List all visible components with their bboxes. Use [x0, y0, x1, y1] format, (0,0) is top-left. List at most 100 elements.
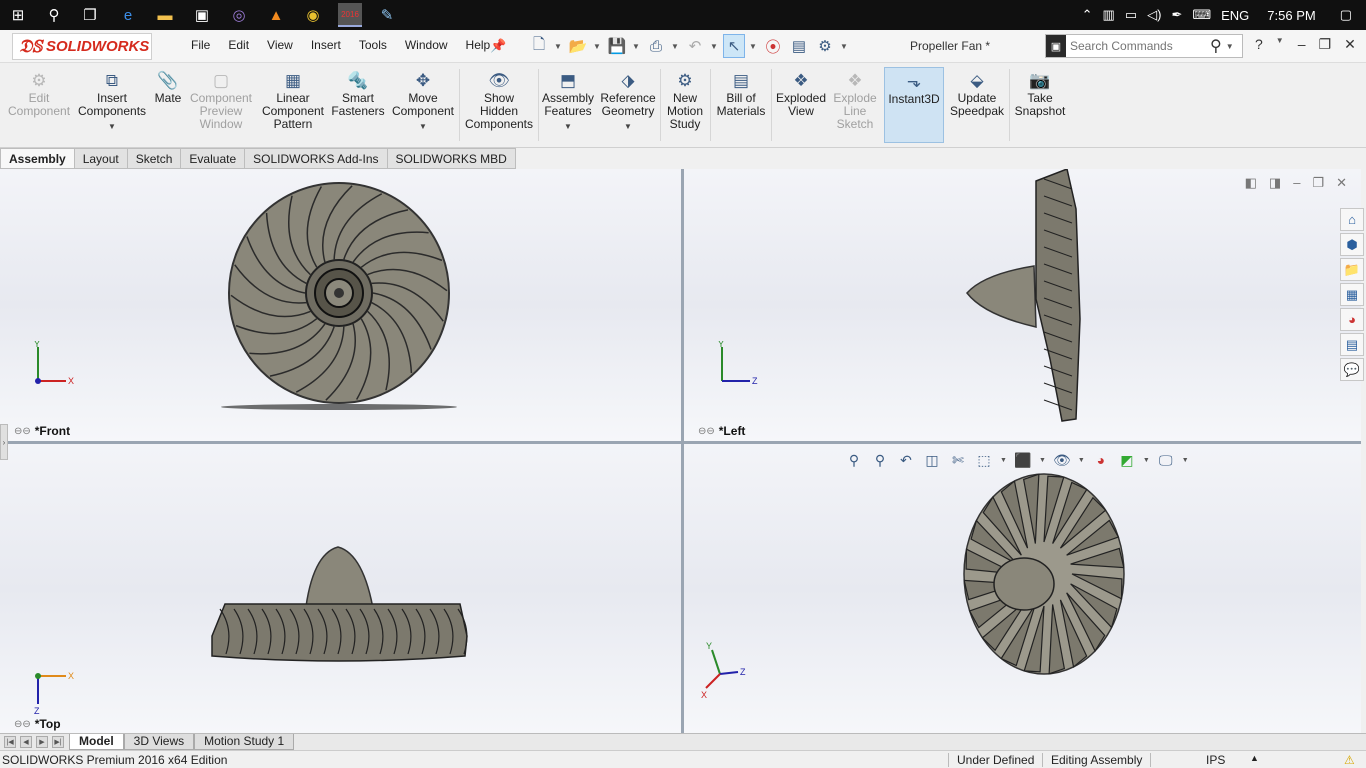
chrome-icon[interactable]: ◉: [301, 3, 325, 27]
prev-tab-arrow-icon[interactable]: ◀: [20, 736, 32, 748]
menu-tools[interactable]: Tools: [350, 38, 396, 52]
fan-top-model[interactable]: [0, 444, 681, 734]
move-component-dropdown-icon[interactable]: ▼: [419, 120, 427, 133]
store-icon[interactable]: ▣: [190, 3, 214, 27]
insert-components-dropdown-icon[interactable]: ▼: [108, 120, 116, 133]
view-settings-icon[interactable]: 🖵: [1156, 450, 1176, 470]
solidworks-logo[interactable]: 𝔇𝕊 SOLIDWORKS: [12, 33, 152, 60]
viewport-left[interactable]: Y Z ◧ ◨ – ❐ ✕ ⊖⊖ *Left: [684, 169, 1361, 441]
dynamic-annotation-icon[interactable]: ✄: [948, 450, 968, 470]
solidworks-resources-home-icon[interactable]: ⌂: [1340, 208, 1364, 231]
viewport-splitter-vertical[interactable]: [681, 169, 684, 734]
viewport-minimize-icon[interactable]: –: [1293, 175, 1300, 191]
select-arrow-icon[interactable]: ↖: [723, 34, 745, 58]
action-center-icon[interactable]: ▢: [1340, 7, 1352, 23]
view-palette-icon[interactable]: ▦: [1340, 283, 1364, 306]
tab-3d-views[interactable]: 3D Views: [123, 734, 195, 750]
reference-geometry-dropdown-icon[interactable]: ▼: [624, 120, 632, 133]
units-dropdown-icon[interactable]: ▲: [1250, 753, 1259, 763]
exploded-view-button[interactable]: ❖ Exploded View: [774, 69, 828, 118]
previous-view-icon[interactable]: ◧: [1245, 175, 1257, 191]
linear-component-pattern-button[interactable]: ▦ Linear Component Pattern: [260, 69, 326, 131]
chevron-up-icon[interactable]: ⌃: [1082, 7, 1093, 23]
display-style-dropdown-icon[interactable]: ▼: [1039, 457, 1046, 464]
new-motion-study-button[interactable]: ⚙ New Motion Study: [664, 69, 706, 131]
bill-of-materials-button[interactable]: ▤ Bill of Materials: [714, 69, 768, 118]
battery-icon[interactable]: ▭: [1125, 7, 1137, 23]
tab-sketch[interactable]: Sketch: [127, 148, 182, 169]
pen-icon[interactable]: ✒: [1171, 7, 1182, 23]
insert-components-button[interactable]: ⧉ Insert Components ▼: [78, 69, 146, 133]
solidworks-forum-icon[interactable]: 💬: [1340, 358, 1364, 381]
search-commands-input[interactable]: [1070, 39, 1210, 53]
volume-icon[interactable]: ◁): [1147, 7, 1161, 23]
save-dropdown-icon[interactable]: ▼: [632, 42, 641, 51]
options-gear-icon[interactable]: ⚙: [814, 34, 836, 58]
menu-view[interactable]: View: [258, 38, 302, 52]
task-view-icon[interactable]: ❐: [78, 3, 102, 27]
magnifier-icon[interactable]: ⚲: [1210, 36, 1222, 56]
link-views-icon[interactable]: ⊖⊖: [698, 426, 715, 437]
design-library-icon[interactable]: ⬢: [1340, 233, 1364, 256]
tab-solidworks-mbd[interactable]: SOLIDWORKS MBD: [387, 148, 516, 169]
rebuild-traffic-light-icon[interactable]: ⦿: [762, 34, 784, 58]
move-component-button[interactable]: ✥ Move Component ▼: [390, 69, 456, 133]
search-commands-icon[interactable]: ▣: [1046, 35, 1066, 57]
minimize-icon[interactable]: –: [1298, 36, 1306, 53]
file-explorer-icon[interactable]: ▬: [153, 3, 177, 27]
next-tab-arrow-icon[interactable]: ▶: [36, 736, 48, 748]
smart-fasteners-button[interactable]: 🔩 Smart Fasteners: [330, 69, 386, 118]
explode-line-sketch-button[interactable]: ❖ Explode Line Sketch: [832, 69, 878, 131]
paint-icon[interactable]: ✎: [375, 3, 399, 27]
windows-start-icon[interactable]: ⊞: [6, 3, 30, 27]
next-view-icon[interactable]: ◨: [1269, 175, 1281, 191]
hide-show-items-icon[interactable]: 👁: [1052, 450, 1072, 470]
print-dropdown-icon[interactable]: ▼: [671, 42, 680, 51]
tab-assembly[interactable]: Assembly: [0, 148, 75, 169]
network-icon[interactable]: ▥: [1103, 7, 1115, 23]
menu-edit[interactable]: Edit: [219, 38, 258, 52]
open-dropdown-icon[interactable]: ▼: [593, 42, 602, 51]
view-settings-dropdown-icon[interactable]: ▼: [1182, 457, 1189, 464]
help-dropdown-icon[interactable]: ▼: [1276, 36, 1285, 53]
tab-layout[interactable]: Layout: [74, 148, 128, 169]
feature-manager-expand-arrow[interactable]: ›: [0, 424, 8, 460]
reference-geometry-button[interactable]: ⬗ Reference Geometry ▼: [598, 69, 658, 133]
last-tab-arrow-icon[interactable]: ▶|: [52, 736, 64, 748]
first-tab-arrow-icon[interactable]: |◀: [4, 736, 16, 748]
graphics-area[interactable]: Y X ⊖⊖ *Front Y Z ◧ ◨ – ❐ ✕ ⊖⊖ *Left X Z…: [0, 169, 1361, 734]
viewport-front[interactable]: Y X ⊖⊖ *Front: [0, 169, 681, 441]
apply-scene-icon[interactable]: ◩: [1117, 450, 1137, 470]
menu-file[interactable]: File: [182, 38, 219, 52]
vlc-icon[interactable]: ▲: [264, 3, 288, 27]
select-dropdown-icon[interactable]: ▼: [749, 42, 758, 51]
link-views-icon[interactable]: ⊖⊖: [14, 719, 31, 730]
hide-show-dropdown-icon[interactable]: ▼: [1078, 457, 1085, 464]
assembly-features-button[interactable]: ⬒ Assembly Features ▼: [542, 69, 594, 133]
viewport-isometric[interactable]: ⚲ ⚲ ↶ ◫ ✄ ⬚ ▼ ⬛ ▼ 👁 ▼ ◕ ◩ ▼ 🖵 ▼ Y Z X: [684, 444, 1361, 734]
display-style-icon[interactable]: ⬛: [1013, 450, 1033, 470]
help-icon[interactable]: ?: [1255, 36, 1263, 53]
apply-scene-dropdown-icon[interactable]: ▼: [1143, 457, 1150, 464]
open-folder-icon[interactable]: 📂: [567, 34, 589, 58]
menu-window[interactable]: Window: [396, 38, 457, 52]
options-dropdown-icon[interactable]: ▼: [840, 42, 849, 51]
undo-icon[interactable]: ↶: [684, 34, 706, 58]
mate-button[interactable]: 📎 Mate: [152, 69, 184, 105]
take-snapshot-button[interactable]: 📷 Take Snapshot: [1012, 69, 1068, 118]
undo-dropdown-icon[interactable]: ▼: [710, 42, 719, 51]
search-dropdown-icon[interactable]: ▼: [1226, 42, 1235, 51]
new-document-icon[interactable]: 🗋: [528, 34, 550, 58]
tab-motion-study-1[interactable]: Motion Study 1: [194, 734, 295, 750]
notification-icon[interactable]: ⚠: [1344, 753, 1355, 767]
restore-icon[interactable]: ❐: [1319, 36, 1332, 53]
edge-icon[interactable]: e: [116, 3, 140, 27]
viewport-top[interactable]: X Z ⊖⊖ *Top: [0, 444, 681, 734]
view-orientation-dropdown-icon[interactable]: ▼: [1000, 457, 1007, 464]
clock[interactable]: 7:56 PM: [1267, 8, 1315, 23]
file-explorer-icon[interactable]: 📁: [1340, 258, 1364, 281]
tor-browser-icon[interactable]: ◎: [227, 3, 251, 27]
zoom-to-fit-icon[interactable]: ⚲: [844, 450, 864, 470]
edit-appearance-icon[interactable]: ◕: [1091, 450, 1111, 470]
keyboard-icon[interactable]: ⌨: [1192, 7, 1211, 23]
